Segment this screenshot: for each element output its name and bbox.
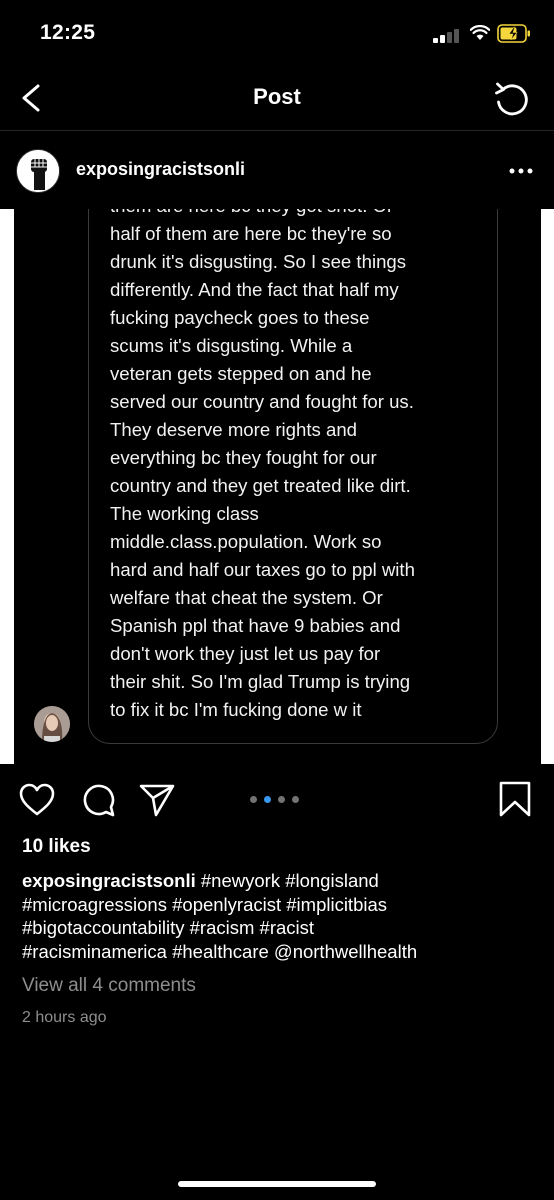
likes-count[interactable]: 10 likes: [22, 836, 91, 858]
comment-button[interactable]: [80, 782, 116, 818]
post-header: exposingracistsonli: [0, 131, 554, 209]
caption-hashtags-line2[interactable]: #microagressions #openlyracist #implicit…: [22, 893, 542, 917]
more-options-button[interactable]: [508, 161, 534, 181]
caption: exposingracistsonli #newyork #longisland…: [22, 869, 542, 963]
raised-fist-icon: [17, 150, 59, 192]
sender-avatar: [34, 706, 70, 742]
post-timestamp: 2 hours ago: [22, 1009, 107, 1026]
share-button[interactable]: [138, 782, 176, 818]
cellular-signal-icon: [433, 29, 461, 43]
message-text-line: to fix it bc I'm fucking done w it: [110, 699, 362, 720]
caption-hashtags-line1[interactable]: #newyork #longisland: [201, 870, 379, 891]
carousel-dot: [250, 796, 257, 803]
wifi-icon: [470, 25, 490, 40]
action-bar: [0, 764, 554, 834]
message-text-line: welfare that cheat the system. Or: [110, 587, 383, 608]
caption-hashtags-line3[interactable]: #bigotaccountability #racism #racist: [22, 916, 542, 940]
status-time: 12:25: [40, 21, 96, 44]
message-text-line: scums it's disgusting. While a: [110, 335, 353, 356]
message-text-line: drunk it's disgusting. So I see things: [110, 251, 407, 272]
battery-icon: [497, 24, 530, 43]
message-text-line: veteran gets stepped on and he: [110, 363, 372, 384]
carousel-indicator: [250, 796, 306, 804]
refresh-button[interactable]: [490, 78, 534, 118]
carousel-dot: [292, 796, 299, 803]
avatar[interactable]: [16, 149, 60, 193]
message-text-line: their shit. So I'm glad Trump is trying: [110, 671, 411, 692]
carousel-dot: [278, 796, 285, 803]
message-text-line: middle.class.population. Work so: [110, 531, 382, 552]
post-image[interactable]: them are here bc they got shot. Or half o…: [0, 209, 554, 764]
carousel-dot: [264, 796, 271, 803]
home-indicator[interactable]: [178, 1181, 376, 1187]
post-username[interactable]: exposingracistsonli: [76, 159, 245, 180]
message-text-line: them are here bc they got shot. Or: [110, 209, 490, 220]
status-bar: 12:25: [0, 0, 554, 68]
message-text-line: don't work they just let us pay for: [110, 643, 381, 664]
caption-hashtags-line4[interactable]: #racisminamerica #healthcare @northwellh…: [22, 940, 542, 964]
page-title: Post: [253, 84, 301, 109]
view-comments-link[interactable]: View all 4 comments: [22, 975, 196, 997]
message-text-line: The working class: [110, 503, 259, 524]
message-text-line: half of them are here bc they're so: [110, 223, 392, 244]
message-text-line: country and they get treated like dirt.: [110, 475, 411, 496]
message-text-line: hard and half our taxes go to ppl with: [110, 559, 415, 580]
message-text-line: differently. And the fact that half my: [110, 279, 399, 300]
message-text-line: served our country and fought for us.: [110, 391, 414, 412]
message-text-line: Spanish ppl that have 9 babies and: [110, 615, 401, 636]
message-text-line: fucking paycheck goes to these: [110, 307, 370, 328]
message-text-line: They deserve more rights and: [110, 419, 358, 440]
nav-bar: Post: [0, 68, 554, 130]
message-text-line: everything bc they fought for our: [110, 447, 377, 468]
message-text: them are here bc they got shot. Or half o…: [110, 209, 490, 724]
like-button[interactable]: [18, 782, 56, 818]
save-button[interactable]: [498, 780, 532, 818]
post-image-content: them are here bc they got shot. Or half o…: [14, 209, 541, 764]
caption-username[interactable]: exposingracistsonli: [22, 870, 196, 891]
